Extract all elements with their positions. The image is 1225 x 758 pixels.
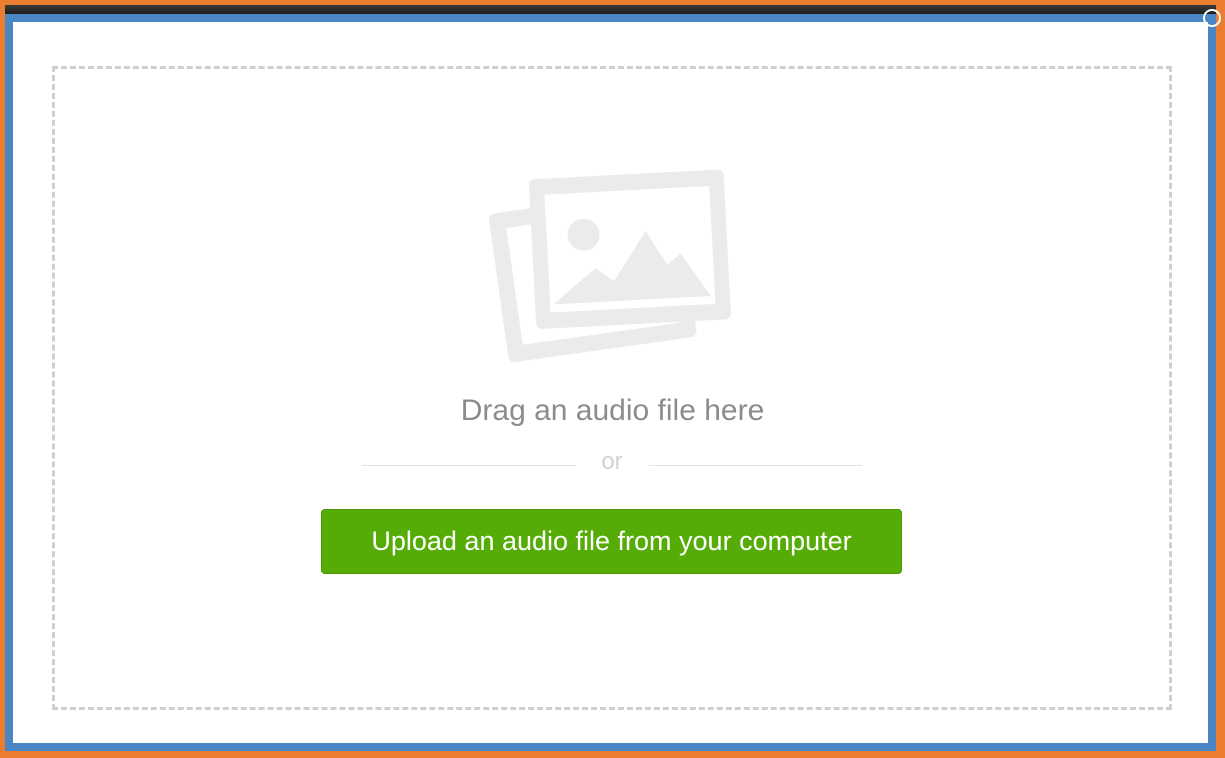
separator-text: or — [601, 448, 623, 475]
close-icon[interactable] — [1203, 9, 1221, 27]
separator-line-right — [649, 465, 862, 466]
picture-icon — [488, 169, 731, 363]
or-separator: or — [362, 448, 862, 478]
drag-instruction-text: Drag an audio file here — [460, 394, 765, 427]
upload-audio-button[interactable]: Upload an audio file from your computer — [321, 509, 902, 574]
